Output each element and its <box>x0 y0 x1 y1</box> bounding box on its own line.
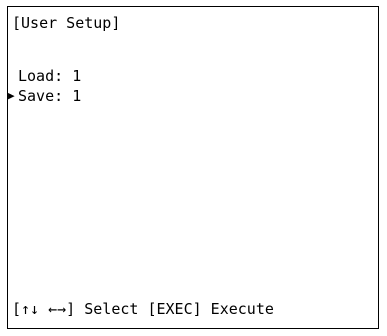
key-hint-bar: [↑↓ ←→] Select [EXEC] Execute <box>12 300 274 318</box>
menu-item-separator: : <box>54 87 73 105</box>
menu-item-save[interactable]: ▶ Save: 1 <box>8 86 81 106</box>
menu-item-load[interactable]: ▶Load: 1 <box>8 66 81 86</box>
menu-item-value: 1 <box>72 87 82 105</box>
menu-item-value: 1 <box>72 67 82 85</box>
menu-item-label: Load <box>18 67 55 85</box>
menu-item-separator: : <box>54 67 73 85</box>
screen-title: [User Setup] <box>12 14 121 32</box>
menu-list: ▶Load: 1 ▶Save: 1 <box>8 66 81 106</box>
screen-frame <box>7 6 379 329</box>
menu-item-label: Save <box>18 87 55 105</box>
selection-cursor-icon: ▶ <box>8 89 15 102</box>
